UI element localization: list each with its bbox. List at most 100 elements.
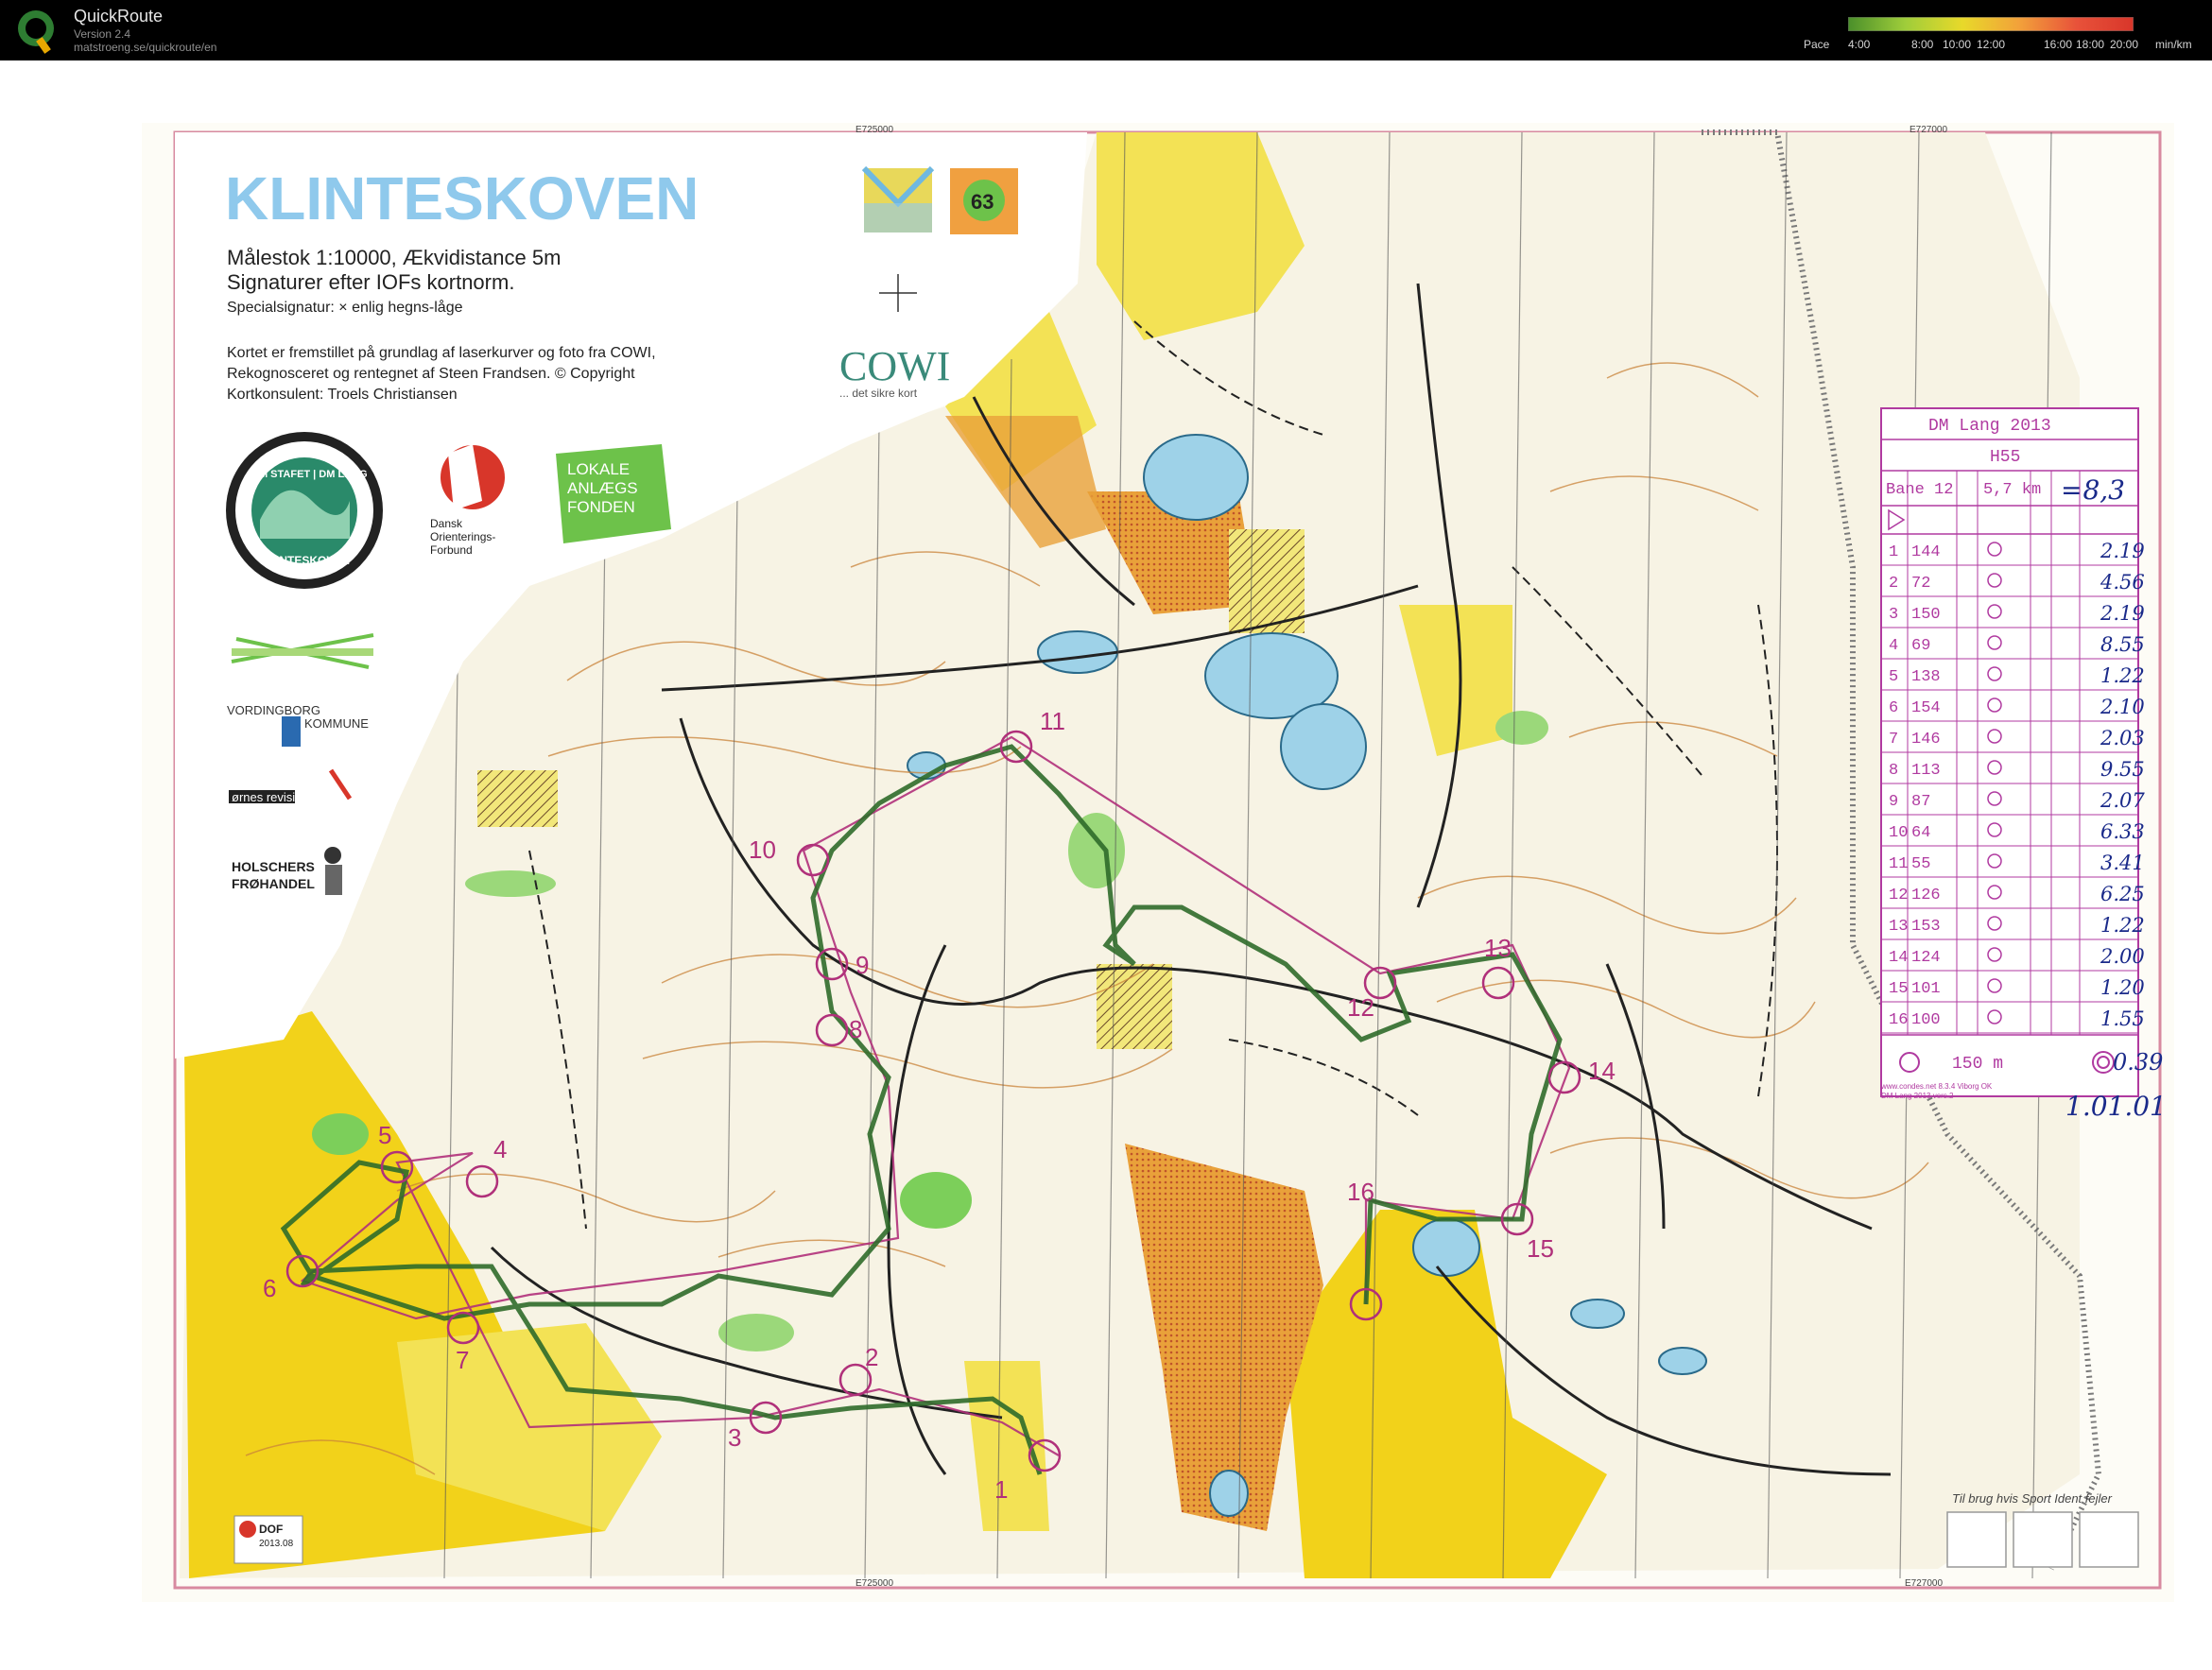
map-title: KLINTESKOVEN xyxy=(225,164,699,232)
card-row-code: 87 xyxy=(1911,793,1930,811)
svg-text:ANLÆGS: ANLÆGS xyxy=(567,479,638,497)
card-row-code: 146 xyxy=(1911,731,1941,749)
map-scale: Målestok 1:10000, Ækvidistance 5m xyxy=(227,246,561,269)
card-row-code: 154 xyxy=(1911,699,1941,717)
pace-tick: 20:00 xyxy=(2110,38,2139,51)
lake xyxy=(1412,1218,1480,1277)
pace-tick: 18:00 xyxy=(2076,38,2105,51)
card-row-code: 150 xyxy=(1911,606,1941,624)
control-number: 13 xyxy=(1484,934,1512,962)
pace-color-scale xyxy=(1848,17,2134,31)
card-row-code: 55 xyxy=(1911,855,1930,873)
card-row-code: 138 xyxy=(1911,668,1941,686)
card-row-split: 3.41 xyxy=(2100,852,2145,874)
control-number: 12 xyxy=(1347,993,1374,1022)
card-row-number: 14 xyxy=(1889,949,1908,967)
control-number: 9 xyxy=(855,951,869,979)
card-row-code: 144 xyxy=(1911,543,1941,561)
fallback-note: Til brug hvis Sport Ident fejler xyxy=(1952,1491,2113,1506)
card-row-split: 2.19 xyxy=(2100,602,2145,625)
app-version: Version 2.4 xyxy=(74,27,131,41)
card-row-number: 16 xyxy=(1889,1011,1908,1029)
card-row-split: 2.00 xyxy=(2100,945,2145,968)
punch-boxes xyxy=(1946,1511,2139,1568)
card-row-split: 2.07 xyxy=(2100,789,2145,812)
control-number: 3 xyxy=(728,1423,741,1452)
thicket xyxy=(465,870,556,897)
card-event: DM Lang 2013 xyxy=(1928,417,2051,436)
svg-text:Dansk: Dansk xyxy=(430,517,463,530)
card-row-number: 9 xyxy=(1889,793,1898,811)
card-row-number: 12 xyxy=(1889,887,1908,904)
control-number: 14 xyxy=(1588,1057,1616,1085)
lake xyxy=(1570,1299,1625,1329)
control-number: 16 xyxy=(1347,1178,1374,1206)
card-row-number: 6 xyxy=(1889,699,1898,717)
total-time: 1.01.01 xyxy=(2065,1091,2167,1122)
pace-tick: 16:00 xyxy=(2044,38,2073,51)
card-row-code: 100 xyxy=(1911,1011,1941,1029)
card-row-split: 2.10 xyxy=(2100,696,2145,718)
control-number: 1 xyxy=(994,1475,1008,1504)
quickroute-logo-icon xyxy=(18,10,54,54)
card-row-number: 3 xyxy=(1889,606,1898,624)
map-norm: Signaturer efter IOFs kortnorm. xyxy=(227,270,514,294)
lake xyxy=(1209,1470,1249,1517)
card-handwritten-length: =8,3 xyxy=(2061,474,2125,506)
svg-text:Orienterings-: Orienterings- xyxy=(430,530,495,543)
dm-badge-logo: DM STAFET | DM LANG KLINTESKOVEN xyxy=(226,432,383,589)
badge-63-number: 63 xyxy=(971,190,994,214)
map-viewport[interactable]: 1 2 3 4 5 6 7 8 9 10 11 12 13 14 15 16 E… xyxy=(0,60,2212,1670)
title-bar: QuickRoute Version 2.4 matstroeng.se/qui… xyxy=(0,0,2212,60)
control-number: 7 xyxy=(456,1346,469,1374)
cowi-tagline: ... det sikre kort xyxy=(839,387,918,400)
grid-label: E727000 xyxy=(1910,125,1947,135)
card-row-number: 1 xyxy=(1889,543,1898,561)
svg-text:Forbund: Forbund xyxy=(430,543,473,557)
dm-badge-bottom-text: KLINTESKOVEN xyxy=(261,554,350,567)
card-row-split: 2.03 xyxy=(2100,727,2145,749)
card-row-number: 10 xyxy=(1889,824,1908,842)
hatched-area xyxy=(477,770,558,827)
svg-text:ørnes revision: ørnes revision xyxy=(232,790,309,804)
map-credits: Kortet er fremstillet på grundlag af las… xyxy=(227,344,656,361)
lake xyxy=(1658,1347,1707,1375)
grid-label: E725000 xyxy=(855,125,893,135)
map-credits: Kortkonsulent: Troels Christiansen xyxy=(227,387,458,403)
card-row-split: 6.33 xyxy=(2100,820,2145,843)
card-row-number: 8 xyxy=(1889,762,1898,780)
card-row-split: 1.22 xyxy=(2100,664,2145,687)
card-finish-distance: 150 m xyxy=(1952,1055,2003,1074)
pace-tick: 12:00 xyxy=(1977,38,2006,51)
card-row-code: 69 xyxy=(1911,637,1930,655)
app-url[interactable]: matstroeng.se/quickroute/en xyxy=(74,41,216,54)
control-number: 5 xyxy=(378,1121,391,1149)
orienteering-map[interactable]: 1 2 3 4 5 6 7 8 9 10 11 12 13 14 15 16 E… xyxy=(0,60,2212,1670)
card-row-number: 7 xyxy=(1889,731,1898,749)
map-special-symbol: Specialsignatur: × enlig hegns-låge xyxy=(227,299,463,316)
card-footer: DM Lang 2013 vers.2 xyxy=(1881,1092,1954,1100)
card-length: 5,7 km xyxy=(1983,481,2041,499)
grid-label: E725000 xyxy=(855,1578,893,1589)
card-row-split: 8.55 xyxy=(2100,633,2145,656)
card-class: H55 xyxy=(1990,448,2020,467)
card-finish-split: 0.39 xyxy=(2113,1049,2163,1076)
card-row-number: 5 xyxy=(1889,668,1898,686)
thicket xyxy=(312,1113,369,1155)
svg-text:FRØHANDEL: FRØHANDEL xyxy=(232,876,315,891)
lake xyxy=(1280,703,1367,790)
grid-label: E727000 xyxy=(1905,1578,1943,1589)
card-row-split: 2.19 xyxy=(2100,540,2145,562)
control-number: 15 xyxy=(1527,1234,1554,1263)
pace-tick: 8:00 xyxy=(1911,38,1934,51)
thicket xyxy=(718,1314,794,1351)
control-number: 6 xyxy=(263,1274,276,1302)
pace-tick: 4:00 xyxy=(1848,38,1871,51)
control-number: 8 xyxy=(849,1015,862,1043)
card-row-code: 126 xyxy=(1911,887,1941,904)
dof-stamp: DOF 2013.08 xyxy=(233,1515,303,1564)
card-row-split: 4.56 xyxy=(2100,571,2145,594)
card-row-code: 113 xyxy=(1911,762,1941,780)
control-number: 2 xyxy=(865,1343,878,1371)
control-number: 11 xyxy=(1040,707,1065,735)
